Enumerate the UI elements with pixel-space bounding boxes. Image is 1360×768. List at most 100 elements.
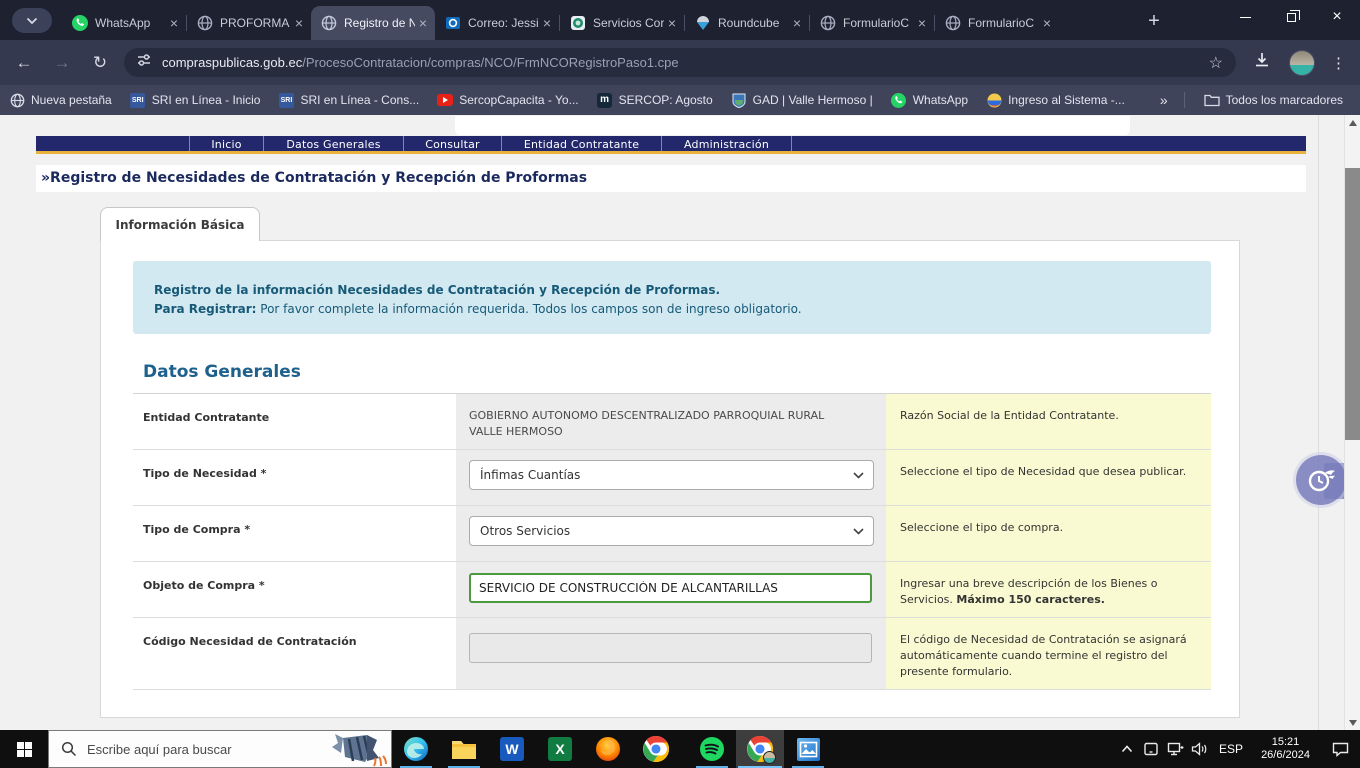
taskbar-chrome[interactable] — [632, 730, 680, 768]
tab-informacion-basica[interactable]: Información Básica — [100, 207, 260, 241]
search-placeholder: Escribe aquí para buscar — [87, 742, 232, 757]
search-icon — [61, 741, 77, 757]
scroll-down-arrow[interactable] — [1345, 715, 1360, 730]
bookmark-item[interactable]: m SERCOP: Agosto — [588, 89, 722, 111]
tab-close-icon[interactable]: × — [170, 16, 178, 30]
taskbar-spotify[interactable] — [688, 730, 736, 768]
browser-tab-registro-active[interactable]: Registro de N × — [311, 6, 435, 40]
browser-tab-formulario-2[interactable]: FormularioC × — [935, 6, 1059, 40]
tab-close-icon[interactable]: × — [668, 16, 676, 30]
tab-close-icon[interactable]: × — [543, 16, 551, 30]
tab-close-icon[interactable]: × — [295, 16, 303, 30]
browser-tab-proforma[interactable]: PROFORMA × — [187, 6, 311, 40]
forward-button[interactable]: → — [49, 50, 75, 76]
menu-item-inicio[interactable]: Inicio — [190, 136, 264, 151]
taskbar-photos[interactable] — [784, 730, 832, 768]
action-center-icon[interactable] — [1320, 730, 1360, 768]
taskbar-chrome-active[interactable] — [736, 730, 784, 768]
site-settings-icon[interactable] — [136, 52, 152, 73]
tab-close-icon[interactable]: × — [918, 16, 926, 30]
browser-toolbar: ← → ↻ compraspublicas.gob.ec/ProcesoCont… — [0, 40, 1360, 85]
fast-clock-icon — [1296, 455, 1344, 505]
start-button[interactable] — [0, 730, 48, 768]
label-objeto-compra: Objeto de Compra * — [133, 562, 456, 617]
windows-taskbar: Escribe aquí para buscar W X — [0, 730, 1360, 768]
browser-menu-icon[interactable]: ⋮ — [1331, 54, 1346, 72]
bookmark-item[interactable]: SRI SRI en Línea - Inicio — [121, 89, 270, 111]
profile-badge — [763, 751, 776, 764]
tray-network-icon[interactable] — [1163, 730, 1187, 768]
bookmark-item[interactable]: Ingreso al Sistema -... — [977, 89, 1134, 111]
tipo-necesidad-select[interactable]: Ínfimas Cuantías — [469, 460, 874, 490]
tray-chevron-up-icon[interactable] — [1115, 730, 1139, 768]
globe-icon — [9, 92, 25, 108]
window-close-button[interactable]: × — [1314, 0, 1360, 34]
taskbar-file-explorer[interactable] — [440, 730, 488, 768]
browser-tab-servicios[interactable]: Servicios Cor × — [560, 6, 684, 40]
window-restore-button[interactable] — [1268, 0, 1314, 34]
window-minimize-button[interactable] — [1222, 0, 1268, 34]
objeto-compra-input[interactable] — [469, 573, 872, 603]
all-bookmarks-button[interactable]: Todos los marcadores — [1195, 89, 1352, 111]
tab-close-icon[interactable]: × — [1043, 16, 1051, 30]
browser-tab-formulario-1[interactable]: FormularioC × — [810, 6, 934, 40]
page-title: »Registro de Necesidades de Contratación… — [36, 165, 1306, 192]
chrome-icon — [643, 736, 669, 762]
back-button[interactable]: ← — [11, 50, 37, 76]
new-tab-button[interactable]: + — [1140, 8, 1168, 34]
bookmark-item[interactable]: SercopCapacita - Yo... — [428, 89, 587, 111]
address-bar[interactable]: compraspublicas.gob.ec/ProcesoContrataci… — [124, 48, 1236, 77]
form-panel: Registro de la información Necesidades d… — [100, 240, 1240, 718]
value-cell: Otros Servicios — [456, 506, 886, 561]
tab-search-button[interactable] — [12, 8, 52, 33]
bookmark-item[interactable]: GAD | Valle Hermoso | — [722, 89, 882, 111]
tab-title: FormularioC — [968, 16, 1039, 30]
bookmark-label: Ingreso al Sistema -... — [1008, 93, 1125, 107]
section-title: Datos Generales — [143, 362, 301, 382]
bookmark-item[interactable]: WhatsApp — [882, 89, 977, 111]
codigo-necesidad-input — [469, 633, 872, 663]
bookmarks-overflow-icon[interactable]: » — [1154, 92, 1174, 108]
menu-item-consultar[interactable]: Consultar — [404, 136, 502, 151]
browser-tab-correo[interactable]: Correo: Jessi × — [435, 6, 559, 40]
bookmark-label: SRI en Línea - Cons... — [300, 93, 419, 107]
menu-item-entidad-contratante[interactable]: Entidad Contratante — [502, 136, 662, 151]
url-text[interactable]: compraspublicas.gob.ec/ProcesoContrataci… — [162, 55, 1209, 70]
screen: WhatsApp × PROFORMA × Registro de N × Co… — [0, 0, 1360, 768]
browser-tab-whatsapp[interactable]: WhatsApp × — [62, 6, 186, 40]
scrollbar-thumb[interactable] — [1345, 168, 1360, 440]
downloads-icon[interactable] — [1253, 51, 1271, 74]
taskbar-edge[interactable] — [392, 730, 440, 768]
whatsapp-favicon — [72, 15, 88, 31]
profile-avatar[interactable] — [1289, 50, 1315, 76]
menu-item-administracion[interactable]: Administración — [662, 136, 792, 151]
tray-tablet-icon[interactable] — [1139, 730, 1163, 768]
reload-button[interactable]: ↻ — [87, 50, 113, 76]
floating-timer-widget[interactable] — [1296, 455, 1344, 507]
scrolled-content-remnant — [455, 116, 1130, 135]
taskbar-search-box[interactable]: Escribe aquí para buscar — [48, 730, 392, 768]
scroll-up-arrow[interactable] — [1345, 115, 1360, 130]
tab-title: PROFORMA — [220, 16, 291, 30]
bookmarks-bar: Nueva pestaña SRI SRI en Línea - Inicio … — [0, 85, 1360, 115]
tab-close-icon[interactable]: × — [793, 16, 801, 30]
bookmark-star-icon[interactable]: ☆ — [1209, 53, 1223, 73]
globe-favicon — [945, 15, 961, 31]
form-table: Entidad Contratante GOBIERNO AUTONOMO DE… — [133, 393, 1211, 690]
page-scrollbar[interactable] — [1344, 115, 1360, 730]
tab-close-icon[interactable]: × — [419, 16, 427, 30]
taskbar-firefox[interactable] — [584, 730, 632, 768]
taskbar-excel[interactable]: X — [536, 730, 584, 768]
page-content: Inicio Datos Generales Consultar Entidad… — [0, 115, 1344, 730]
bookmark-label: SRI en Línea - Inicio — [152, 93, 261, 107]
taskbar-clock[interactable]: 15:21 26/6/2024 — [1251, 736, 1320, 762]
bookmark-item[interactable]: SRI SRI en Línea - Cons... — [269, 89, 428, 111]
browser-tab-roundcube[interactable]: Roundcube × — [685, 6, 809, 40]
tray-volume-icon[interactable] — [1187, 730, 1211, 768]
browser-tab-strip: WhatsApp × PROFORMA × Registro de N × Co… — [0, 0, 1360, 40]
bookmark-item[interactable]: Nueva pestaña — [0, 89, 121, 111]
menu-item-datos-generales[interactable]: Datos Generales — [264, 136, 404, 151]
tipo-compra-select[interactable]: Otros Servicios — [469, 516, 874, 546]
language-indicator[interactable]: ESP — [1211, 742, 1251, 756]
taskbar-word[interactable]: W — [488, 730, 536, 768]
